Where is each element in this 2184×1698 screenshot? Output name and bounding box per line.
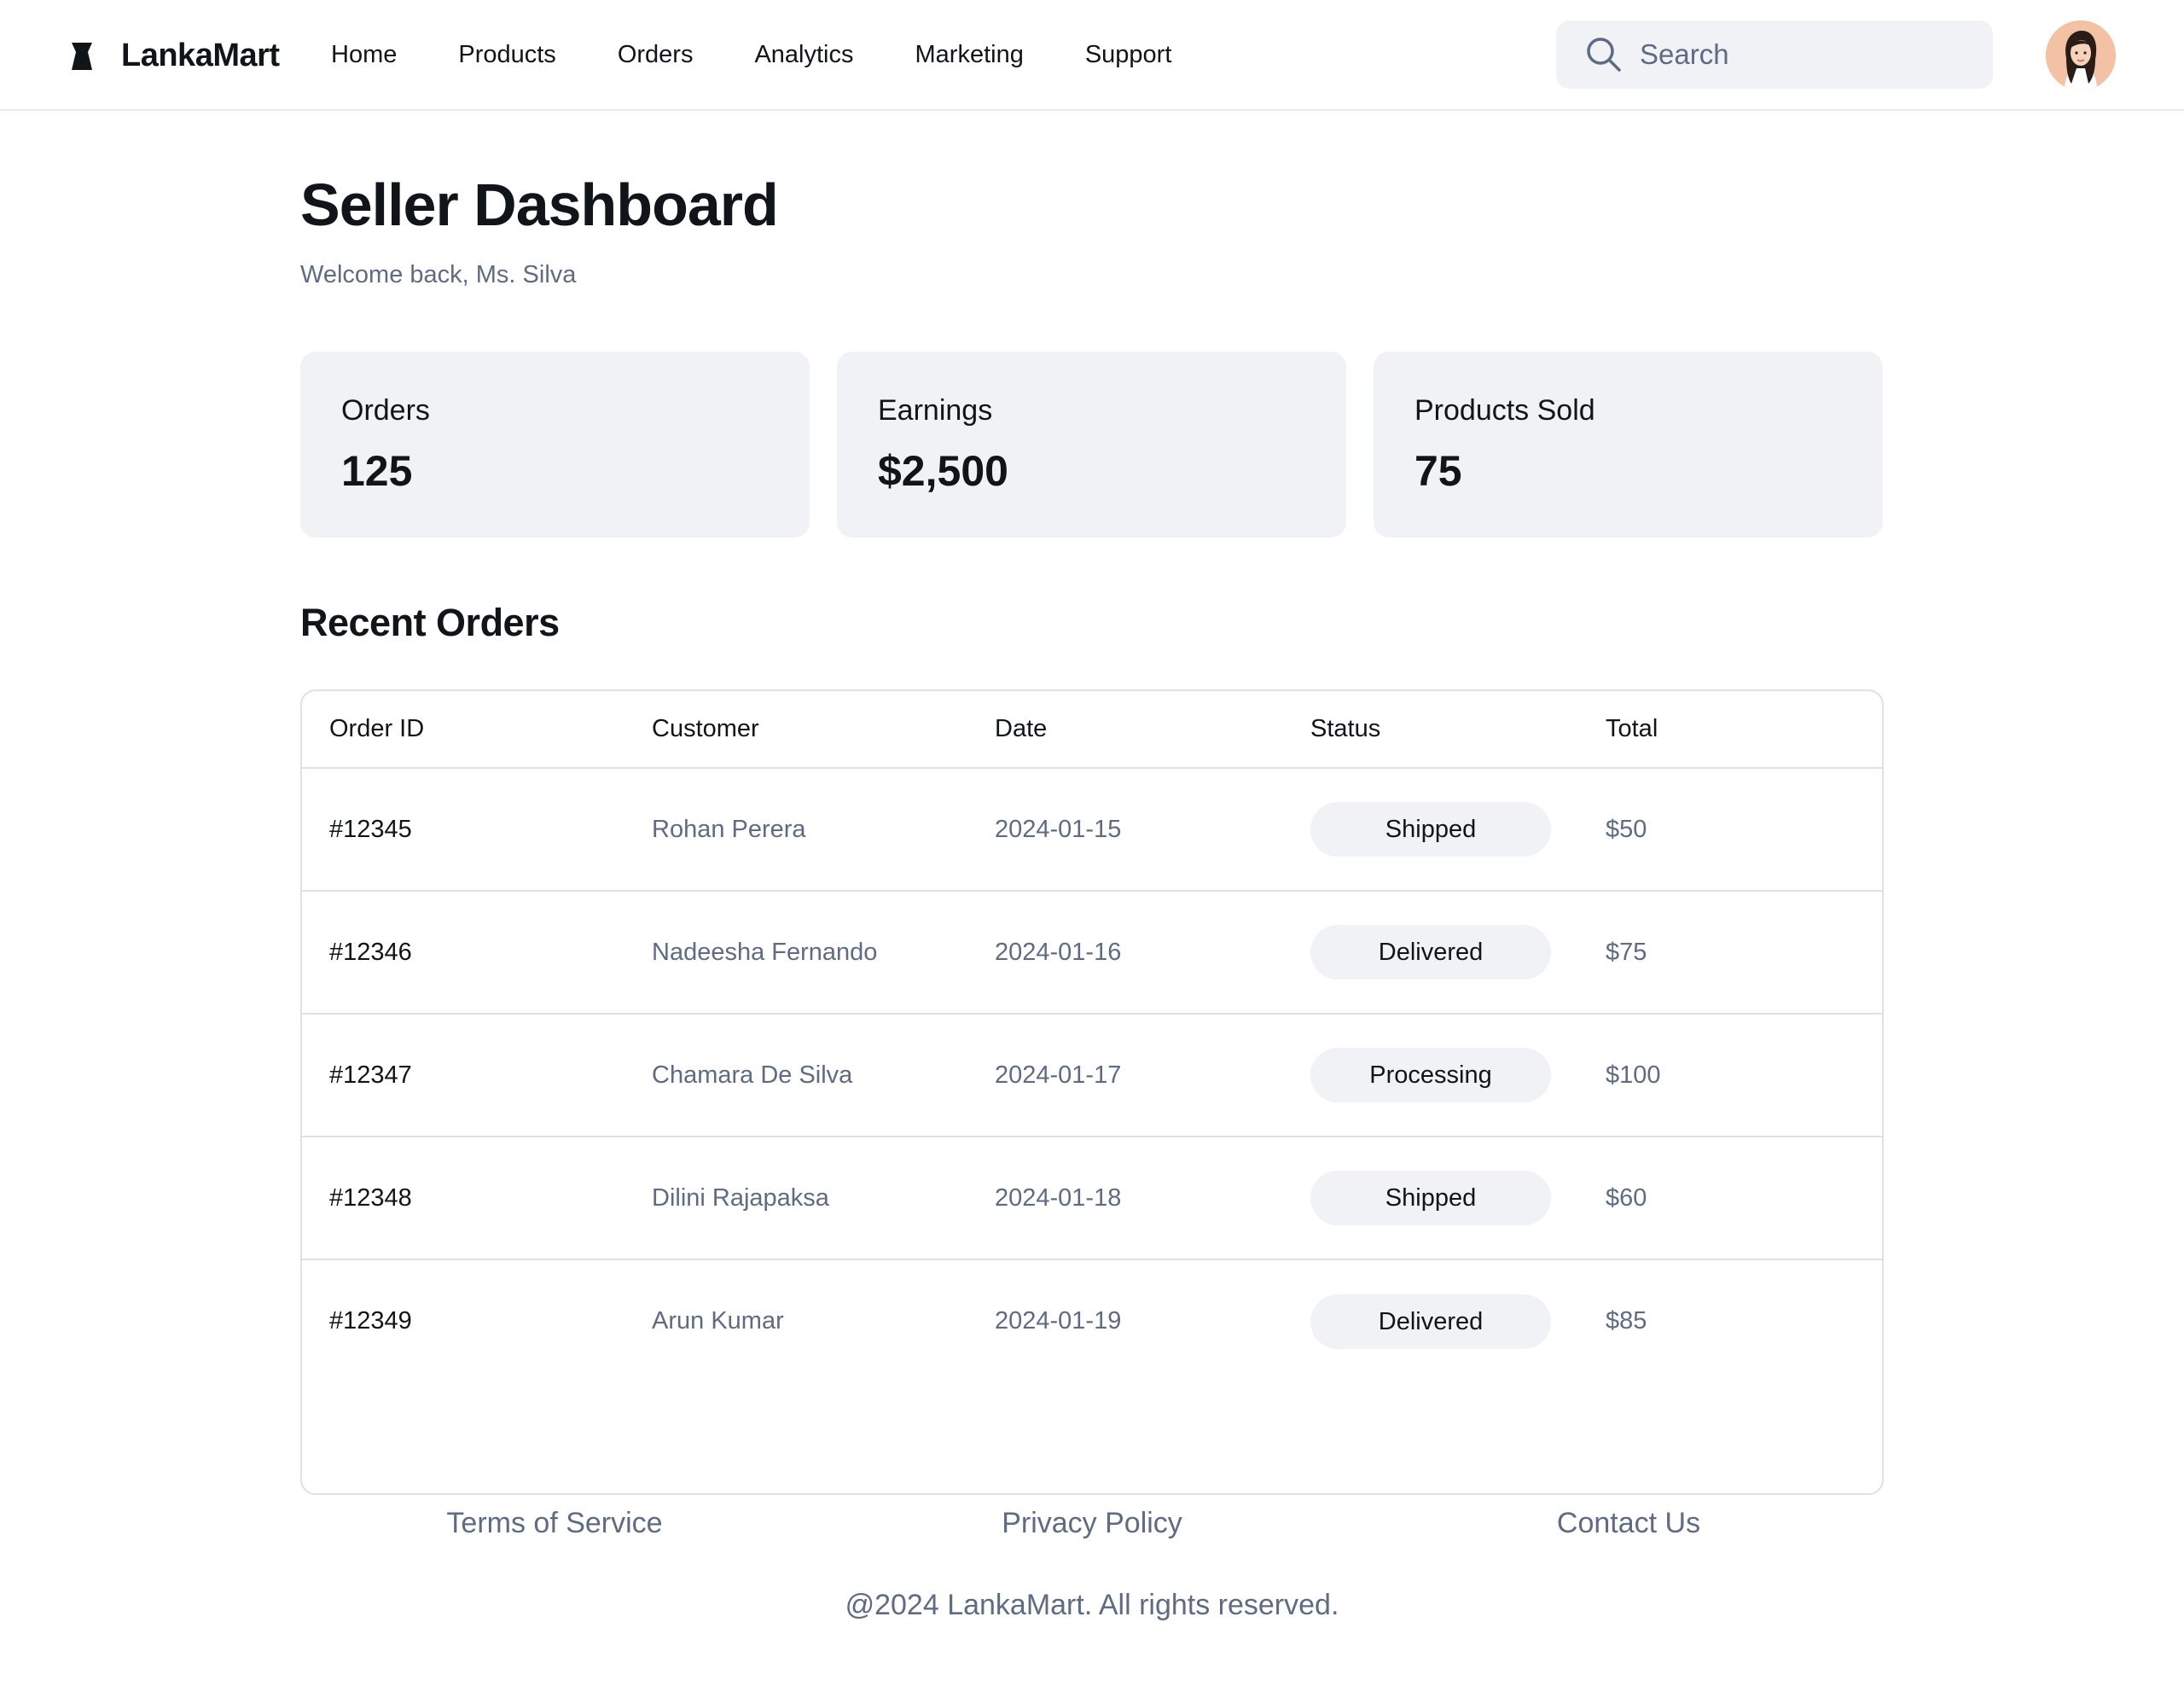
- total-cell: $50: [1606, 815, 1647, 843]
- stat-label: Orders: [341, 394, 430, 427]
- status-cell: Shipped: [1283, 1137, 1578, 1259]
- stats-row: Orders 125 Earnings $2,500 Products Sold…: [300, 352, 1883, 538]
- avatar-icon: [2046, 20, 2116, 90]
- date-cell: 2024-01-17: [995, 1061, 1122, 1089]
- column-header-total[interactable]: Total: [1578, 691, 1882, 769]
- stat-card-products-sold: Products Sold 75: [1374, 352, 1883, 538]
- total-cell: $100: [1606, 1061, 1661, 1089]
- column-header-status[interactable]: Status: [1283, 691, 1578, 769]
- nav-orders[interactable]: Orders: [618, 38, 694, 72]
- search-box[interactable]: [1556, 20, 1993, 89]
- table-header-row: Order ID Customer Date Status Total: [302, 691, 1882, 769]
- brand-logo[interactable]: LankaMart: [70, 38, 280, 74]
- top-navbar: LankaMart Home Products Orders Analytics…: [0, 0, 2184, 111]
- stat-value: 75: [1414, 447, 1462, 495]
- column-header-date[interactable]: Date: [967, 691, 1283, 769]
- customer-cell: Dilini Rajapaksa: [652, 1183, 829, 1212]
- search-icon: [1587, 38, 1621, 72]
- stat-label: Earnings: [878, 394, 993, 427]
- nav-home[interactable]: Home: [331, 38, 397, 72]
- total-cell: $75: [1606, 938, 1647, 966]
- recent-orders-title: Recent Orders: [300, 601, 560, 644]
- order-id-cell: #12347: [329, 1061, 412, 1089]
- logo-mark-icon: [72, 42, 92, 70]
- brand-name: LankaMart: [121, 38, 280, 73]
- stat-card-orders: Orders 125: [300, 352, 810, 538]
- column-header-customer[interactable]: Customer: [624, 691, 967, 769]
- main-nav: Home Products Orders Analytics Marketing…: [331, 38, 1233, 72]
- status-badge: Delivered: [1310, 1294, 1551, 1349]
- user-avatar[interactable]: [2046, 20, 2116, 90]
- customer-cell: Rohan Perera: [652, 815, 806, 843]
- customer-cell: Nadeesha Fernando: [652, 938, 878, 966]
- status-badge: Shipped: [1310, 802, 1551, 857]
- nav-products[interactable]: Products: [458, 38, 555, 72]
- order-id-cell: #12346: [329, 938, 412, 966]
- stat-value: $2,500: [878, 447, 1008, 495]
- orders-table: Order ID Customer Date Status Total #123…: [302, 691, 1882, 1382]
- status-badge: Delivered: [1310, 925, 1551, 980]
- nav-marketing[interactable]: Marketing: [915, 38, 1024, 72]
- status-badge: Shipped: [1310, 1171, 1551, 1225]
- nav-analytics[interactable]: Analytics: [754, 38, 853, 72]
- footer-link-terms[interactable]: Terms of Service: [446, 1507, 662, 1540]
- page-title: Seller Dashboard: [300, 172, 779, 238]
- customer-cell: Arun Kumar: [652, 1307, 784, 1335]
- total-cell: $60: [1606, 1183, 1647, 1212]
- status-badge: Processing: [1310, 1048, 1551, 1102]
- stat-value: 125: [341, 447, 413, 495]
- search-input[interactable]: [1640, 38, 1964, 71]
- order-id-cell: #12349: [329, 1307, 412, 1335]
- date-cell: 2024-01-19: [995, 1307, 1122, 1335]
- recent-orders-table: Order ID Customer Date Status Total #123…: [300, 689, 1884, 1495]
- status-cell: Delivered: [1283, 1259, 1578, 1382]
- footer-link-privacy[interactable]: Privacy Policy: [1002, 1507, 1182, 1540]
- stat-card-earnings: Earnings $2,500: [837, 352, 1346, 538]
- table-row[interactable]: #12347 Chamara De Silva 2024-01-17 Proce…: [302, 1014, 1882, 1137]
- date-cell: 2024-01-16: [995, 938, 1122, 966]
- date-cell: 2024-01-18: [995, 1183, 1122, 1212]
- copyright-text: @2024 LankaMart. All rights reserved.: [845, 1589, 1339, 1621]
- status-cell: Processing: [1283, 1014, 1578, 1137]
- footer-link-contact[interactable]: Contact Us: [1557, 1507, 1700, 1540]
- status-cell: Shipped: [1283, 768, 1578, 891]
- table-row[interactable]: #12346 Nadeesha Fernando 2024-01-16 Deli…: [302, 891, 1882, 1014]
- nav-support[interactable]: Support: [1085, 38, 1172, 72]
- order-id-cell: #12345: [329, 815, 412, 843]
- stat-label: Products Sold: [1414, 394, 1595, 427]
- footer-links: Terms of Service Privacy Policy Contact …: [300, 1507, 1884, 1550]
- order-id-cell: #12348: [329, 1183, 412, 1212]
- date-cell: 2024-01-15: [995, 815, 1122, 843]
- column-header-order-id[interactable]: Order ID: [302, 691, 624, 769]
- table-row[interactable]: #12345 Rohan Perera 2024-01-15 Shipped $…: [302, 768, 1882, 891]
- total-cell: $85: [1606, 1307, 1647, 1335]
- table-row[interactable]: #12348 Dilini Rajapaksa 2024-01-18 Shipp…: [302, 1137, 1882, 1259]
- welcome-message: Welcome back, Ms. Silva: [300, 261, 577, 288]
- customer-cell: Chamara De Silva: [652, 1061, 853, 1089]
- status-cell: Delivered: [1283, 891, 1578, 1014]
- table-row[interactable]: #12349 Arun Kumar 2024-01-19 Delivered $…: [302, 1259, 1882, 1382]
